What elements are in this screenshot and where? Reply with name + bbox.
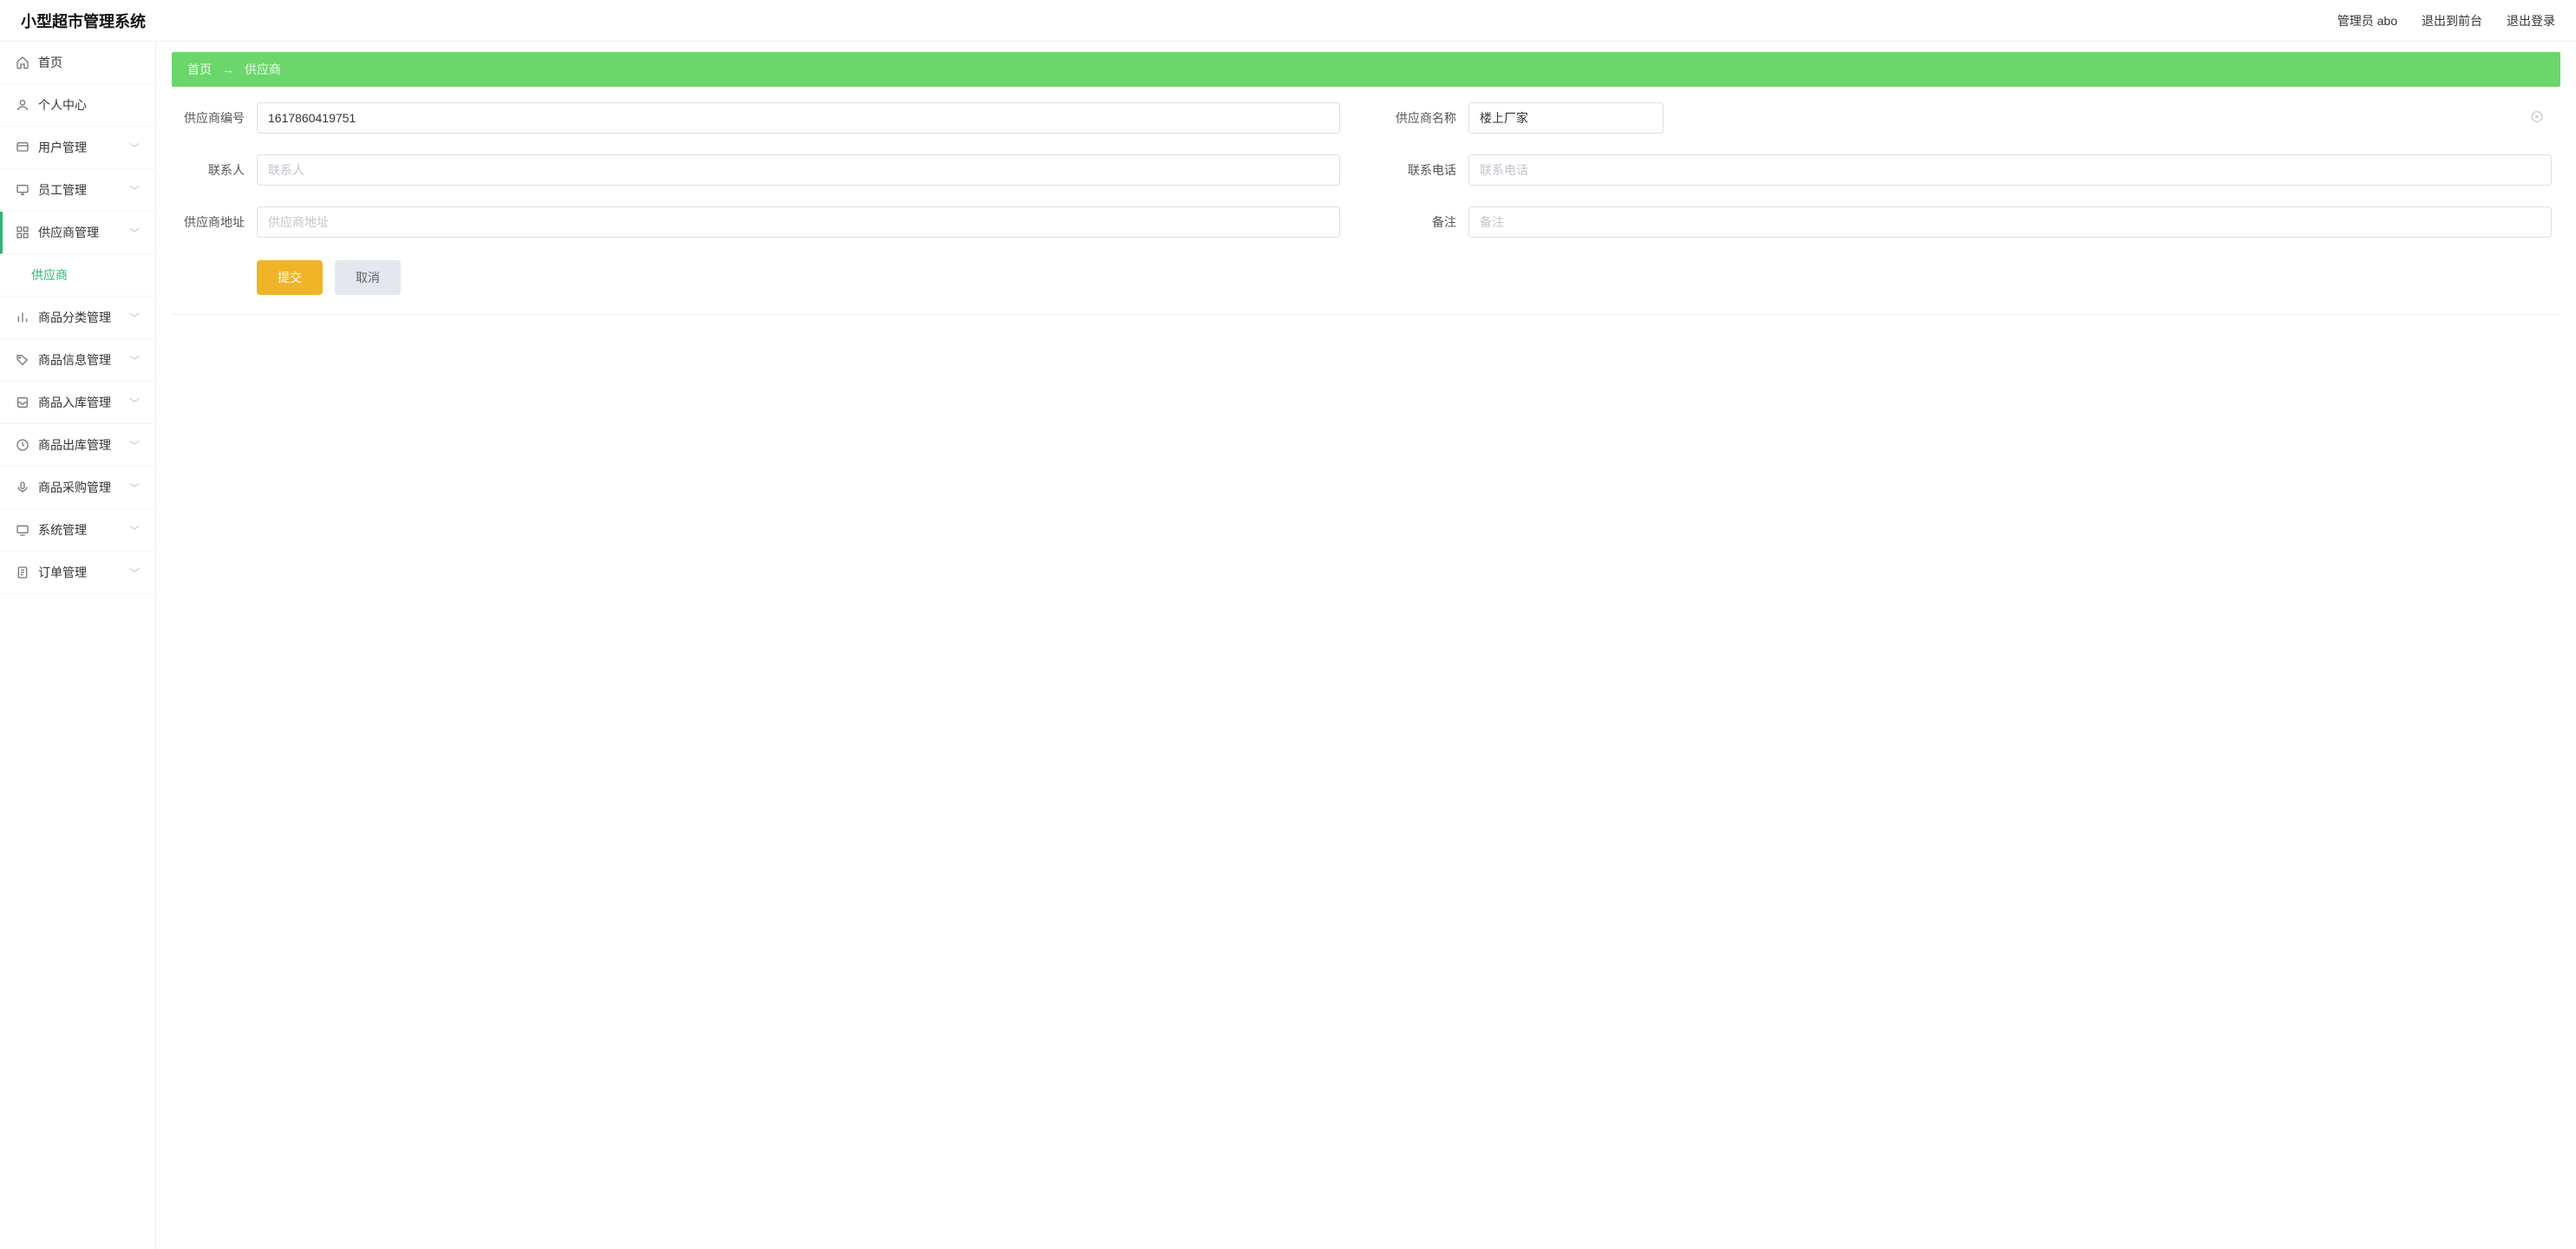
input-contact-person[interactable] <box>257 154 1340 186</box>
chevron-down-icon: ﹀ <box>129 141 140 155</box>
chevron-down-icon: ﹀ <box>129 396 140 410</box>
top-header: 小型超市管理系统 管理员 abo 退出到前台 退出登录 <box>0 0 2576 42</box>
input-contact-phone[interactable] <box>1468 154 2552 186</box>
chevron-down-icon: ﹀ <box>129 226 140 240</box>
label-contact-phone: 联系电话 <box>1392 154 1456 180</box>
mic-icon <box>16 481 29 494</box>
sidebar-item-label: 首页 <box>38 54 140 71</box>
grid-icon <box>16 226 29 239</box>
sidebar-item-label: 商品分类管理 <box>38 309 121 326</box>
sidebar-item-label: 供应商管理 <box>38 224 121 241</box>
user-icon <box>16 98 29 112</box>
input-remark[interactable] <box>1468 206 2552 238</box>
sidebar-item-label: 商品信息管理 <box>38 351 121 369</box>
chevron-down-icon: ﹀ <box>129 353 140 368</box>
label-contact-person: 联系人 <box>180 154 245 180</box>
settings-icon <box>16 523 29 537</box>
header-logout[interactable]: 退出登录 <box>2507 12 2555 29</box>
sidebar-item-purchase[interactable]: 商品采购管理 ﹀ <box>0 467 155 509</box>
tag-icon <box>16 353 29 367</box>
header-logout-front[interactable]: 退出到前台 <box>2422 12 2482 29</box>
sidebar-item-label: 用户管理 <box>38 139 121 156</box>
sidebar-item-label: 系统管理 <box>38 521 121 539</box>
breadcrumb-home[interactable]: 首页 <box>187 61 212 78</box>
sidebar: 首页 个人中心 用户管理 ﹀ 员工管理 ﹀ 供应商管理 ﹀ <box>0 42 156 1249</box>
label-supplier-address: 供应商地址 <box>180 206 245 232</box>
chevron-down-icon: ﹀ <box>129 566 140 580</box>
sidebar-item-label: 供应商 <box>31 266 140 284</box>
sidebar-item-stock-out[interactable]: 商品出库管理 ﹀ <box>0 424 155 467</box>
submit-button[interactable]: 提交 <box>257 260 323 295</box>
header-admin-label[interactable]: 管理员 abo <box>2337 12 2397 29</box>
sidebar-subitem-supplier[interactable]: 供应商 <box>0 254 155 297</box>
sidebar-item-label: 商品入库管理 <box>38 394 121 411</box>
sidebar-item-label: 订单管理 <box>38 564 121 581</box>
label-supplier-name: 供应商名称 <box>1392 102 1456 128</box>
sidebar-item-label: 员工管理 <box>38 181 121 199</box>
bar-chart-icon <box>16 311 29 324</box>
home-icon <box>16 56 29 69</box>
main-content: 首页 → 供应商 供应商编号 供应商名称 <box>156 42 2576 1249</box>
cancel-button[interactable]: 取消 <box>335 260 401 295</box>
label-remark: 备注 <box>1392 206 1456 232</box>
sidebar-item-orders[interactable]: 订单管理 ﹀ <box>0 552 155 594</box>
input-supplier-address[interactable] <box>257 206 1340 238</box>
monitor-icon <box>16 183 29 197</box>
label-supplier-code: 供应商编号 <box>180 102 245 128</box>
form-panel: 供应商编号 供应商名称 联系人 <box>172 87 2560 315</box>
breadcrumb-sep-icon: → <box>222 62 234 76</box>
clock-icon <box>16 438 29 452</box>
chevron-down-icon: ﹀ <box>129 481 140 495</box>
list-icon <box>16 566 29 579</box>
sidebar-item-home[interactable]: 首页 <box>0 42 155 84</box>
breadcrumb-current: 供应商 <box>245 61 281 78</box>
users-icon <box>16 141 29 154</box>
chevron-down-icon: ﹀ <box>129 183 140 198</box>
clear-icon[interactable] <box>2531 111 2543 126</box>
input-supplier-code[interactable] <box>257 102 1340 134</box>
breadcrumb: 首页 → 供应商 <box>172 52 2560 87</box>
chevron-down-icon: ﹀ <box>129 311 140 325</box>
sidebar-item-supplier-mgmt[interactable]: 供应商管理 ﹀ <box>0 212 155 254</box>
chevron-down-icon: ﹀ <box>129 523 140 538</box>
sidebar-item-users[interactable]: 用户管理 ﹀ <box>0 127 155 169</box>
sidebar-item-label: 商品采购管理 <box>38 479 121 496</box>
sidebar-item-label: 个人中心 <box>38 96 140 114</box>
sidebar-item-profile[interactable]: 个人中心 <box>0 84 155 127</box>
sidebar-item-stock-in[interactable]: 商品入库管理 ﹀ <box>0 382 155 424</box>
sidebar-item-staff[interactable]: 员工管理 ﹀ <box>0 169 155 212</box>
sidebar-item-system[interactable]: 系统管理 ﹀ <box>0 509 155 552</box>
sidebar-item-label: 商品出库管理 <box>38 436 121 454</box>
input-supplier-name[interactable] <box>1468 102 1664 134</box>
inbox-icon <box>16 396 29 409</box>
sidebar-item-product-info[interactable]: 商品信息管理 ﹀ <box>0 339 155 382</box>
sidebar-item-category[interactable]: 商品分类管理 ﹀ <box>0 297 155 339</box>
chevron-down-icon: ﹀ <box>129 438 140 453</box>
app-title: 小型超市管理系统 <box>21 10 146 32</box>
